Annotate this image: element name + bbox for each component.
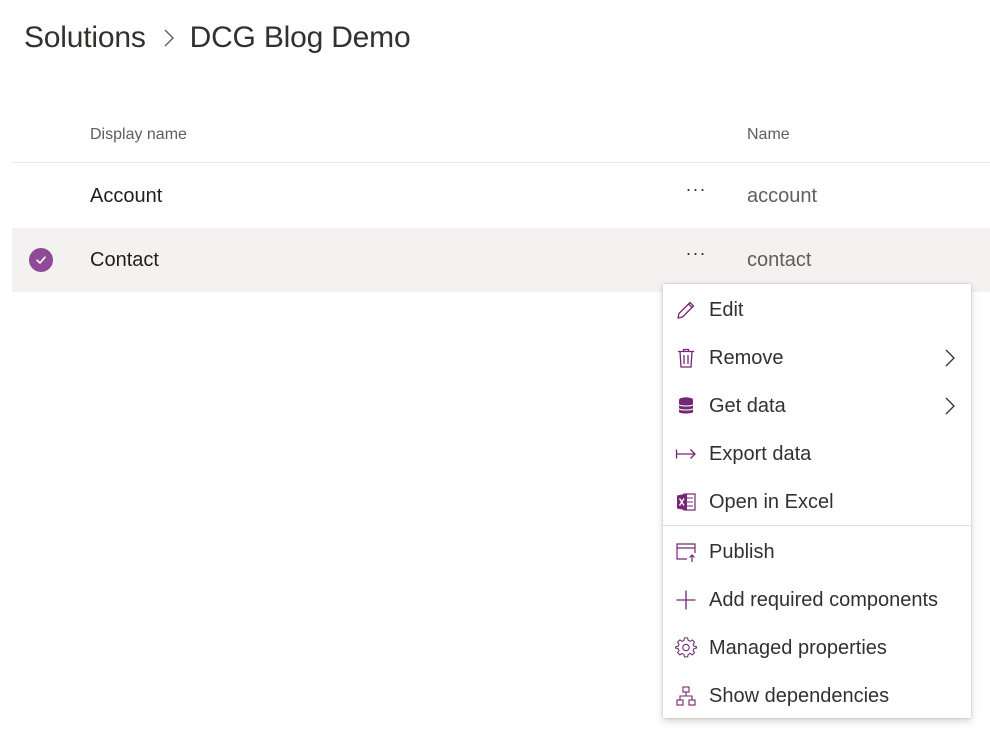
export-arrow-icon bbox=[674, 442, 698, 466]
table-row-account[interactable]: Account ··· account bbox=[12, 164, 990, 228]
menu-item-add-required-components[interactable]: Add required components bbox=[663, 576, 971, 624]
context-menu: Edit Remove Get data Export data Open in… bbox=[663, 284, 971, 718]
header-divider bbox=[12, 162, 990, 163]
row-name: contact bbox=[747, 249, 812, 271]
column-header-name[interactable]: Name bbox=[747, 126, 790, 144]
menu-item-export-data[interactable]: Export data bbox=[663, 430, 971, 478]
more-options-button[interactable]: ··· bbox=[680, 244, 712, 270]
breadcrumb-solutions-link[interactable]: Solutions bbox=[24, 21, 146, 55]
menu-item-remove[interactable]: Remove bbox=[663, 334, 971, 382]
chevron-right-icon bbox=[943, 347, 957, 369]
menu-item-label: Get data bbox=[709, 395, 786, 417]
menu-item-label: Edit bbox=[709, 299, 744, 321]
publish-icon bbox=[674, 540, 698, 564]
chevron-right-icon bbox=[943, 395, 957, 417]
menu-divider bbox=[663, 525, 971, 526]
menu-item-managed-properties[interactable]: Managed properties bbox=[663, 624, 971, 672]
column-header-display-name[interactable]: Display name bbox=[90, 126, 187, 144]
more-options-button[interactable]: ··· bbox=[680, 180, 712, 206]
breadcrumb: Solutions DCG Blog Demo bbox=[24, 14, 411, 62]
page-title: DCG Blog Demo bbox=[189, 21, 411, 54]
menu-item-open-in-excel[interactable]: Open in Excel bbox=[663, 478, 971, 526]
menu-item-edit[interactable]: Edit bbox=[663, 286, 971, 334]
menu-item-show-dependencies[interactable]: Show dependencies bbox=[663, 672, 971, 720]
excel-icon bbox=[674, 490, 698, 514]
pencil-icon bbox=[674, 298, 698, 322]
menu-item-label: Export data bbox=[709, 443, 812, 465]
row-name: account bbox=[747, 185, 818, 207]
chevron-right-icon bbox=[164, 29, 174, 47]
row-display-name: Account bbox=[90, 185, 163, 207]
hierarchy-icon bbox=[674, 684, 698, 708]
row-display-name: Contact bbox=[90, 249, 159, 271]
menu-item-label: Open in Excel bbox=[709, 491, 834, 513]
plus-icon bbox=[674, 588, 698, 612]
menu-item-label: Managed properties bbox=[709, 637, 887, 659]
menu-item-get-data[interactable]: Get data bbox=[663, 382, 971, 430]
menu-item-label: Remove bbox=[709, 347, 784, 369]
checkmark-icon[interactable] bbox=[29, 248, 53, 272]
menu-item-publish[interactable]: Publish bbox=[663, 528, 971, 576]
menu-item-label: Show dependencies bbox=[709, 685, 890, 707]
database-icon bbox=[674, 394, 698, 418]
table-row-contact[interactable]: Contact ··· contact bbox=[12, 228, 990, 292]
menu-item-label: Publish bbox=[709, 541, 775, 563]
gear-icon bbox=[674, 636, 698, 660]
trash-icon bbox=[674, 346, 698, 370]
menu-item-label: Add required components bbox=[709, 589, 939, 611]
